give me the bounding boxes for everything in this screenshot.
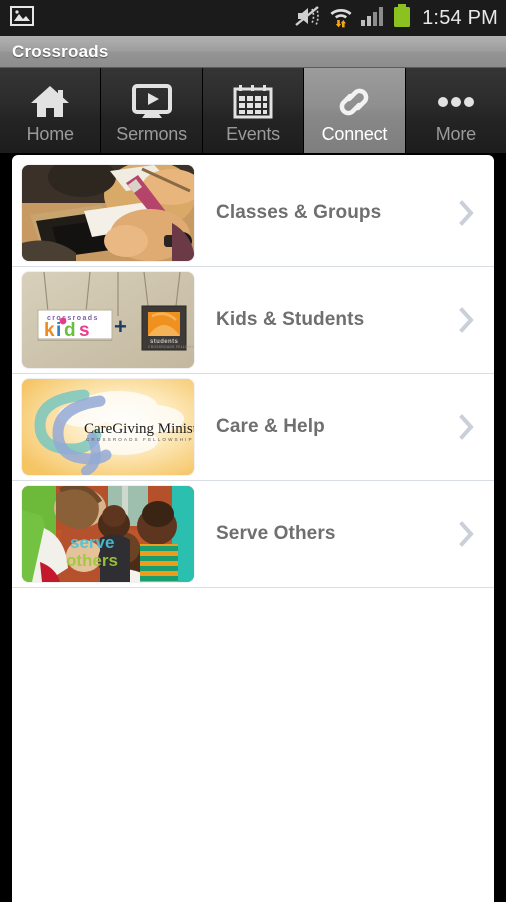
list-item-label: Serve Others (216, 523, 336, 544)
svg-text:+: + (114, 314, 127, 339)
page-title: Crossroads (12, 41, 109, 61)
app-title-bar: Crossroads (0, 36, 506, 68)
list-item[interactable]: crossroads k i d s + students CROSSROADS… (12, 267, 494, 374)
svg-text:CareGiving Ministries: CareGiving Ministries (84, 421, 194, 437)
list-item[interactable]: serve others Serve Others (12, 481, 494, 588)
svg-text:CROSSROADS FELLOWSHIP: CROSSROADS FELLOWSHIP (148, 345, 194, 349)
tab-more[interactable]: More (405, 68, 506, 153)
tab-connect[interactable]: Connect (304, 68, 406, 153)
chevron-right-icon (456, 521, 480, 547)
cellular-signal-icon (360, 5, 386, 32)
serve-others-thumbnail: serve others (22, 486, 194, 582)
kids-students-thumbnail: crossroads k i d s + students CROSSROADS… (22, 272, 194, 368)
status-bar-clock: 1:54 PM (422, 6, 498, 29)
status-bar: 1:54 PM (0, 0, 506, 36)
video-monitor-icon (131, 82, 173, 122)
tab-sermons-label: Sermons (116, 124, 187, 144)
connect-list: Classes & Groups crossroads k i d s + st… (12, 160, 494, 588)
list-item-label: Classes & Groups (216, 202, 382, 223)
chevron-right-icon (456, 200, 480, 226)
chevron-right-icon (456, 307, 480, 333)
list-item-label: Kids & Students (216, 309, 365, 330)
tab-events-label: Events (226, 124, 280, 144)
photo-icon (10, 5, 34, 31)
tab-sermons[interactable]: Sermons (101, 68, 203, 153)
link-chain-icon (331, 82, 377, 122)
content-area: Classes & Groups crossroads k i d s + st… (0, 155, 506, 902)
tab-home-label: Home (26, 124, 74, 144)
svg-text:k: k (44, 320, 55, 341)
list-item-label: Care & Help (216, 416, 325, 437)
bottom-tab-bar: Home Sermons Events Connect More (0, 68, 506, 155)
classes-groups-thumbnail (22, 165, 194, 261)
calendar-icon (233, 82, 273, 122)
home-icon (28, 82, 72, 122)
tab-home[interactable]: Home (0, 68, 102, 153)
list-item[interactable]: CareGiving Ministries CROSSROADS FELLOWS… (12, 374, 494, 481)
vibrate-muted-icon (294, 5, 322, 32)
svg-text:others: others (66, 551, 118, 570)
phone-screen: 1:54 PM Crossroads Home Sermons Events C… (0, 0, 506, 902)
status-bar-left (10, 5, 34, 31)
tab-events[interactable]: Events (202, 68, 305, 153)
svg-text:d: d (64, 320, 76, 341)
svg-text:s: s (79, 320, 90, 341)
list-item[interactable]: Classes & Groups (12, 160, 494, 267)
status-bar-right: 1:54 PM (294, 3, 498, 33)
svg-text:serve: serve (70, 533, 114, 552)
svg-text:CROSSROADS FELLOWSHIP: CROSSROADS FELLOWSHIP (86, 437, 194, 442)
caregiving-ministries-thumbnail: CareGiving Ministries CROSSROADS FELLOWS… (22, 379, 194, 475)
chevron-right-icon (456, 414, 480, 440)
ellipsis-icon (434, 82, 478, 122)
battery-icon (393, 3, 411, 33)
wifi-transfer-icon (329, 4, 353, 33)
tab-more-label: More (435, 124, 476, 144)
connect-list-card: Classes & Groups crossroads k i d s + st… (12, 155, 494, 902)
tab-connect-label: Connect (321, 124, 388, 144)
